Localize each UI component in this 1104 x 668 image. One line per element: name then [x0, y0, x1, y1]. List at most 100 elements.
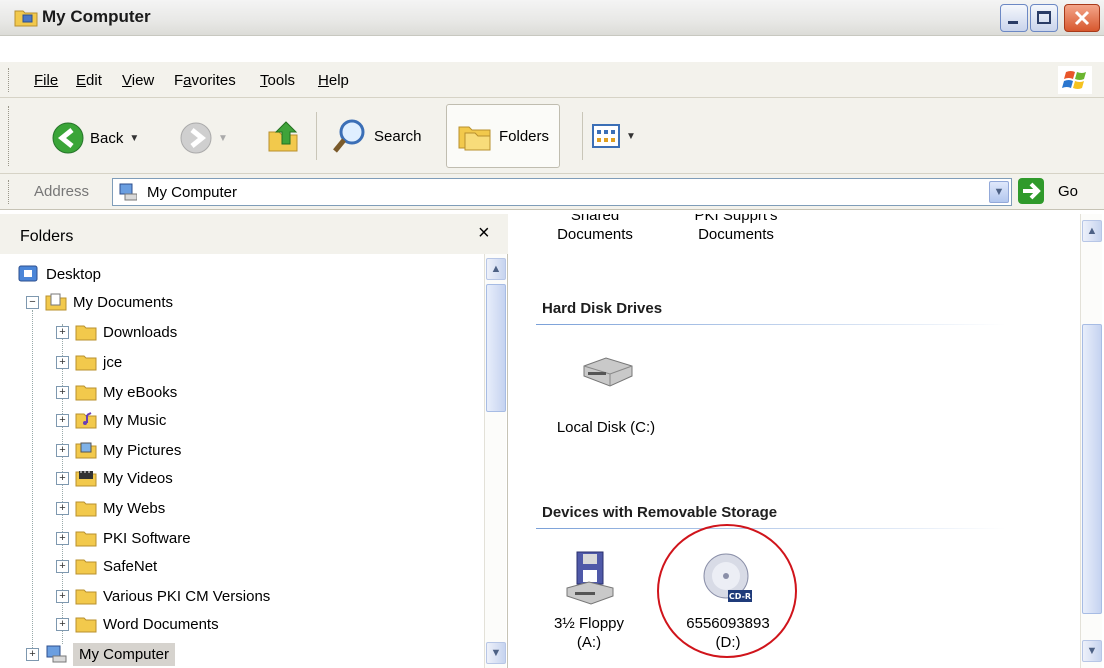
views-button[interactable]: ▼: [592, 124, 636, 148]
expand-icon[interactable]: +: [56, 413, 69, 427]
tree-item-downloads[interactable]: + Downloads: [56, 318, 177, 346]
my-computer-folder-icon: [14, 10, 38, 27]
group-header-removable-storage: Devices with Removable Storage: [542, 504, 778, 521]
menu-edit[interactable]: Edit: [76, 72, 102, 89]
folders-close-icon[interactable]: ×: [478, 222, 490, 245]
highlight-circle-annotation: [657, 524, 797, 658]
views-icon: [592, 124, 620, 148]
pki-documents-item[interactable]: PKI Supprt's Documents: [672, 214, 800, 244]
local-disk-c-item[interactable]: Local Disk (C:): [536, 354, 676, 437]
hard-disk-icon: [583, 357, 633, 387]
scroll-up-icon[interactable]: ▲: [486, 258, 506, 280]
tree-item-my-music[interactable]: + My Music: [56, 406, 166, 434]
expand-icon[interactable]: +: [26, 647, 39, 661]
folder-icon: [75, 589, 97, 605]
expand-icon[interactable]: +: [56, 501, 69, 515]
menu-favorites[interactable]: Favorites: [174, 72, 236, 89]
folder-icon: [75, 559, 97, 575]
tree-item-word-documents[interactable]: + Word Documents: [56, 610, 219, 638]
folder-icon: [75, 355, 97, 371]
scroll-down-icon[interactable]: ▼: [1082, 640, 1102, 662]
toolbar-separator: [582, 112, 583, 160]
close-button[interactable]: [1064, 4, 1100, 32]
expand-icon[interactable]: +: [56, 589, 69, 603]
close-icon: [1074, 10, 1090, 26]
expand-icon[interactable]: +: [56, 559, 69, 573]
content-scrollbar[interactable]: ▲ ▼: [1080, 214, 1102, 668]
group-divider: [536, 324, 1006, 325]
folders-pane-title: Folders: [20, 228, 74, 245]
forward-dropdown-icon[interactable]: ▼: [218, 133, 228, 144]
back-arrow-icon: [52, 122, 84, 154]
address-input[interactable]: My Computer ▼: [112, 178, 1012, 206]
back-dropdown-icon[interactable]: ▼: [129, 133, 139, 144]
search-button[interactable]: Search: [332, 118, 422, 154]
scroll-up-icon[interactable]: ▲: [1082, 220, 1102, 242]
menu-help[interactable]: Help: [318, 72, 349, 89]
standard-toolbar: Back ▼ ▼ Search Folders ▼: [0, 98, 1104, 174]
toolbar-grip[interactable]: [8, 106, 11, 166]
maximize-button[interactable]: [1030, 4, 1058, 32]
folder-tree: Desktop − My Documents + Downloads + jce…: [0, 254, 482, 668]
tree-item-pki-software[interactable]: + PKI Software: [56, 524, 191, 552]
go-arrow-icon[interactable]: [1018, 178, 1044, 204]
menu-tools[interactable]: Tools: [260, 72, 295, 89]
tree-item-safenet[interactable]: + SafeNet: [56, 552, 157, 580]
expand-icon[interactable]: +: [56, 443, 69, 457]
maximize-icon: [1037, 11, 1051, 24]
pictures-folder-icon: [75, 442, 97, 459]
tree-item-various-pki-cm-versions[interactable]: + Various PKI CM Versions: [56, 582, 270, 610]
folders-icon: [458, 126, 491, 151]
videos-folder-icon: [75, 471, 97, 487]
expand-icon[interactable]: +: [56, 325, 69, 339]
scrollbar-thumb[interactable]: [486, 284, 506, 412]
windows-logo-icon: [1058, 66, 1092, 94]
content-pane: Shared Documents PKI Supprt's Documents …: [512, 214, 1104, 668]
menu-file[interactable]: File: [34, 72, 58, 89]
floppy-a-item[interactable]: 3½ Floppy (A:): [534, 550, 644, 652]
menu-view[interactable]: View: [122, 72, 154, 89]
tree-item-my-videos[interactable]: + My Videos: [56, 464, 173, 492]
window-title: My Computer: [42, 7, 151, 26]
folders-pane: Folders × Desktop − My Documents + Downl…: [0, 214, 508, 668]
title-bar[interactable]: My Computer: [0, 0, 1104, 36]
tree-item-my-computer[interactable]: + My Computer: [26, 640, 176, 668]
desktop-icon: [18, 265, 38, 282]
search-icon: [333, 119, 365, 153]
computer-icon: [119, 183, 137, 201]
music-folder-icon: [75, 412, 97, 429]
folder-icon: [75, 385, 97, 401]
expand-icon[interactable]: +: [56, 385, 69, 399]
address-grip[interactable]: [8, 180, 11, 204]
address-dropdown-icon[interactable]: ▼: [989, 181, 1009, 203]
tree-item-my-ebooks[interactable]: + My eBooks: [56, 378, 177, 406]
my-documents-icon: [45, 293, 67, 311]
back-button[interactable]: Back ▼: [52, 122, 139, 154]
tree-item-my-documents[interactable]: − My Documents: [26, 288, 173, 316]
minimize-button[interactable]: [1000, 4, 1028, 32]
folders-button[interactable]: Folders: [446, 104, 561, 168]
tree-item-desktop[interactable]: Desktop: [18, 260, 101, 288]
expand-icon[interactable]: +: [56, 355, 69, 369]
expand-icon[interactable]: +: [56, 617, 69, 631]
menu-bar: File Edit View Favorites Tools Help: [0, 62, 1104, 98]
views-dropdown-icon[interactable]: ▼: [626, 131, 636, 142]
expand-icon[interactable]: +: [56, 471, 69, 485]
folder-tree-scrollbar[interactable]: ▲ ▼: [484, 254, 506, 668]
scroll-down-icon[interactable]: ▼: [486, 642, 506, 664]
group-divider: [536, 528, 1006, 529]
menu-grip[interactable]: [8, 68, 11, 92]
go-button[interactable]: Go: [1058, 183, 1078, 200]
up-folder-button[interactable]: [266, 118, 300, 154]
expand-icon[interactable]: +: [56, 531, 69, 545]
tree-item-my-webs[interactable]: + My Webs: [56, 494, 165, 522]
scrollbar-thumb[interactable]: [1082, 324, 1102, 614]
shared-documents-item[interactable]: Shared Documents: [540, 214, 650, 244]
collapse-icon[interactable]: −: [26, 295, 39, 309]
group-header-hard-disk-drives: Hard Disk Drives: [542, 300, 663, 317]
tree-item-jce[interactable]: + jce: [56, 348, 122, 376]
folders-pane-header: Folders ×: [0, 214, 508, 254]
address-bar: Address My Computer ▼ Go: [0, 174, 1104, 210]
forward-button[interactable]: ▼: [180, 122, 228, 154]
tree-item-my-pictures[interactable]: + My Pictures: [56, 436, 181, 464]
